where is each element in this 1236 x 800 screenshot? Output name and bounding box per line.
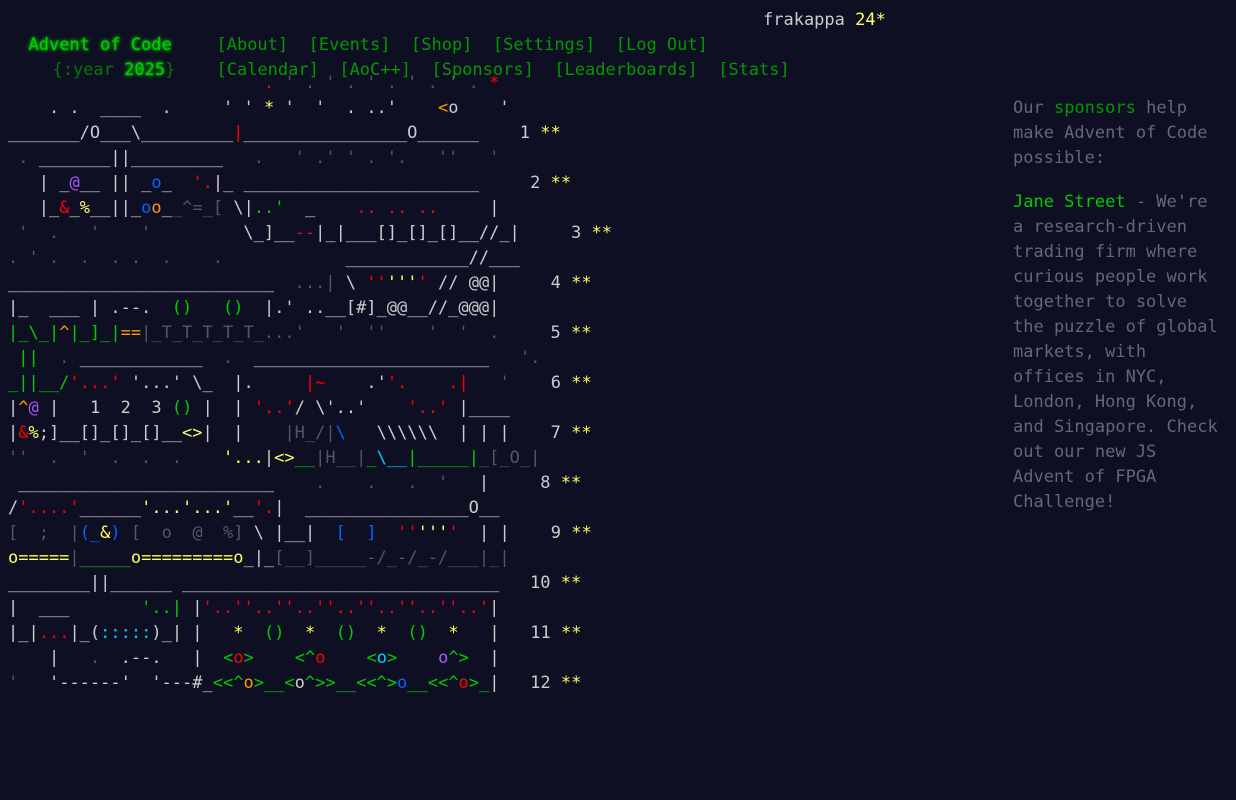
calendar-art-line: o=====|_____o=========o_|_[__]_____-/_-/… [8,548,510,568]
day-number: 7 [540,423,561,443]
calendar-day-4[interactable]: __________________________ ...| \ ''''''… [8,271,612,296]
calendar-art-line: /'....'______'...'...'__'.| ____________… [8,498,500,518]
day-stars: ** [560,573,582,593]
calendar-day-11[interactable]: |_|...|_(:::::)_| | * () * () * () * | 1… [8,621,612,646]
calendar-art-line: . _______||_________ . ' .' ' . '. '' ' [18,148,500,168]
day-stars: ** [560,473,582,493]
sponsor-intro-text: Our [1013,98,1054,118]
calendar-day-7[interactable]: |&%;]__[]_[]_[]__<>| | |H_/|\ \\\\\\ | |… [8,421,612,446]
calendar-header-art: . . ____ . ' ' * ' ' . ..' <o ' [48,98,510,118]
calendar-header-art: . ' . ' . ' . ' . ' . * [263,73,500,93]
day-number: 4 [540,273,561,293]
day-number: 6 [540,373,561,393]
star-count: 24* [855,10,886,30]
calendar-art-line: | ___ '..| |'..''..''..''..''..''..''..'… [8,598,500,618]
calendar-art-line: |_&_%__||_oo__^=_[ \|..' _ .. .. .. | [38,198,500,218]
username: frakappa [763,10,845,30]
calendar-day-5[interactable]: |_\_|^|_]_|==|_T_T_T_T_T_...' ' '' ' ' .… [8,321,612,346]
sponsor-ad: Jane Street - We're a research-driven tr… [1013,190,1223,515]
day-stars: ** [571,373,592,393]
day-stars: ** [571,323,592,343]
calendar-art-line: . ' . . . . . . ____________//___ [8,248,520,268]
calendar-day-6[interactable]: _||__/'...' '...' \_ |. |~ .''. .| ' 6 *… [8,371,612,396]
calendar-art-line: | . .--. | <o> <^o <o> o^> | [48,648,500,668]
day-stars: ** [571,523,592,543]
sponsors-link[interactable]: sponsors [1054,98,1136,118]
calendar-day-10[interactable]: ________||______ _______________________… [8,571,612,596]
day-number: 3 [560,223,582,243]
day-number: 2 [519,173,541,193]
calendar-art-line: '' . ' . . . '...|<>__|H__|_\__|_____|_[… [8,448,541,468]
sponsor-sidebar: Our sponsors help make Advent of Code po… [1013,96,1223,534]
nav-stats-link[interactable]: [Stats] [718,60,790,80]
calendar-day-1[interactable]: _______/O___\_________|________________O… [8,121,612,146]
sponsor-name-link[interactable]: Jane Street [1013,192,1126,212]
day-stars: ** [591,223,612,243]
calendar-day-2[interactable]: | _@__ || _o_ '.|_ _____________________… [8,171,612,196]
calendar-day-8[interactable]: _________________________ . . . ' | 8 ** [8,471,612,496]
day-number: 10 [530,573,551,593]
calendar-day-12[interactable]: ' '------' '---#_<<^o>__<o^>>__<<^>o__<<… [8,671,612,696]
user-info: frakappa 24* [763,8,886,33]
calendar-day-3[interactable]: ' . ' ' \_]__--|_|___[]_[]_[]__//_| 3 ** [8,221,612,246]
calendar-art-line: |_ ___ | .--. () () |.' ..__[#]_@@__//_@… [8,298,500,318]
calendar-day-9[interactable]: [ ; |(_&) [ o @ %] \ |__| [ ] '''''' | |… [8,521,612,546]
day-stars: ** [571,423,592,443]
calendar-art-line: |^@ | 1 2 3 () | | '..'/ \'..' '..' |___… [8,398,510,418]
day-number: 1 [509,123,531,143]
day-stars: ** [560,673,582,693]
day-stars: ** [550,173,572,193]
day-stars: ** [540,123,561,143]
day-number: 5 [540,323,561,343]
day-stars: ** [571,273,592,293]
calendar-art-line: || . ____________ . ____________________… [18,348,541,368]
sponsor-intro: Our sponsors help make Advent of Code po… [1013,96,1223,171]
day-number: 8 [530,473,551,493]
calendar-art: . ' . ' . ' . ' . ' . * . . ____ . ' ' *… [8,71,612,696]
sponsor-description: - We're a research-driven trading firm w… [1013,192,1218,512]
day-number: 11 [530,623,551,643]
day-stars: ** [561,623,582,643]
day-number: 9 [540,523,561,543]
day-number: 12 [530,673,551,693]
